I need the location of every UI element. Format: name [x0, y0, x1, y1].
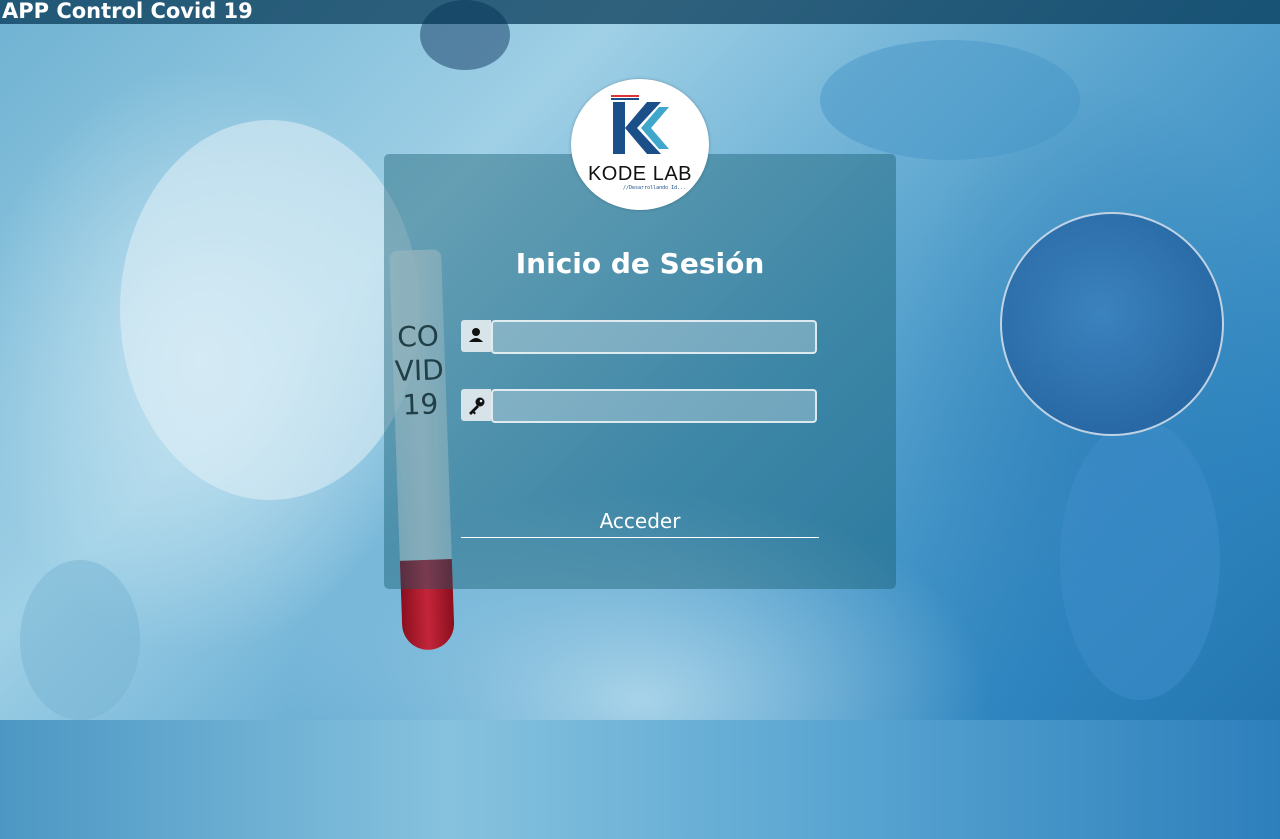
- password-field: [461, 389, 817, 423]
- user-icon: [461, 320, 491, 352]
- submit-button[interactable]: Acceder: [461, 504, 819, 538]
- top-bar: APP Control Covid 19: [0, 0, 1280, 24]
- background-blob: [120, 120, 420, 500]
- login-title: Inicio de Sesión: [515, 247, 765, 280]
- username-input[interactable]: [491, 320, 817, 354]
- background-blob: [20, 560, 140, 720]
- app-title: APP Control Covid 19: [2, 0, 253, 23]
- key-icon: [461, 389, 491, 421]
- username-field: [461, 320, 817, 354]
- magnified-cell-circle: [1000, 212, 1224, 436]
- background-lower-band: [0, 720, 1280, 839]
- kode-lab-logo-icon: [611, 95, 669, 154]
- password-input[interactable]: [491, 389, 817, 423]
- kode-lab-logo: KODE LAB //Desarrollando Id...: [571, 79, 709, 210]
- logo-tagline: //Desarrollando Id...: [623, 185, 687, 191]
- background-blob: [820, 40, 1080, 160]
- background-blob: [1060, 420, 1220, 700]
- logo-text: KODE LAB: [587, 163, 693, 185]
